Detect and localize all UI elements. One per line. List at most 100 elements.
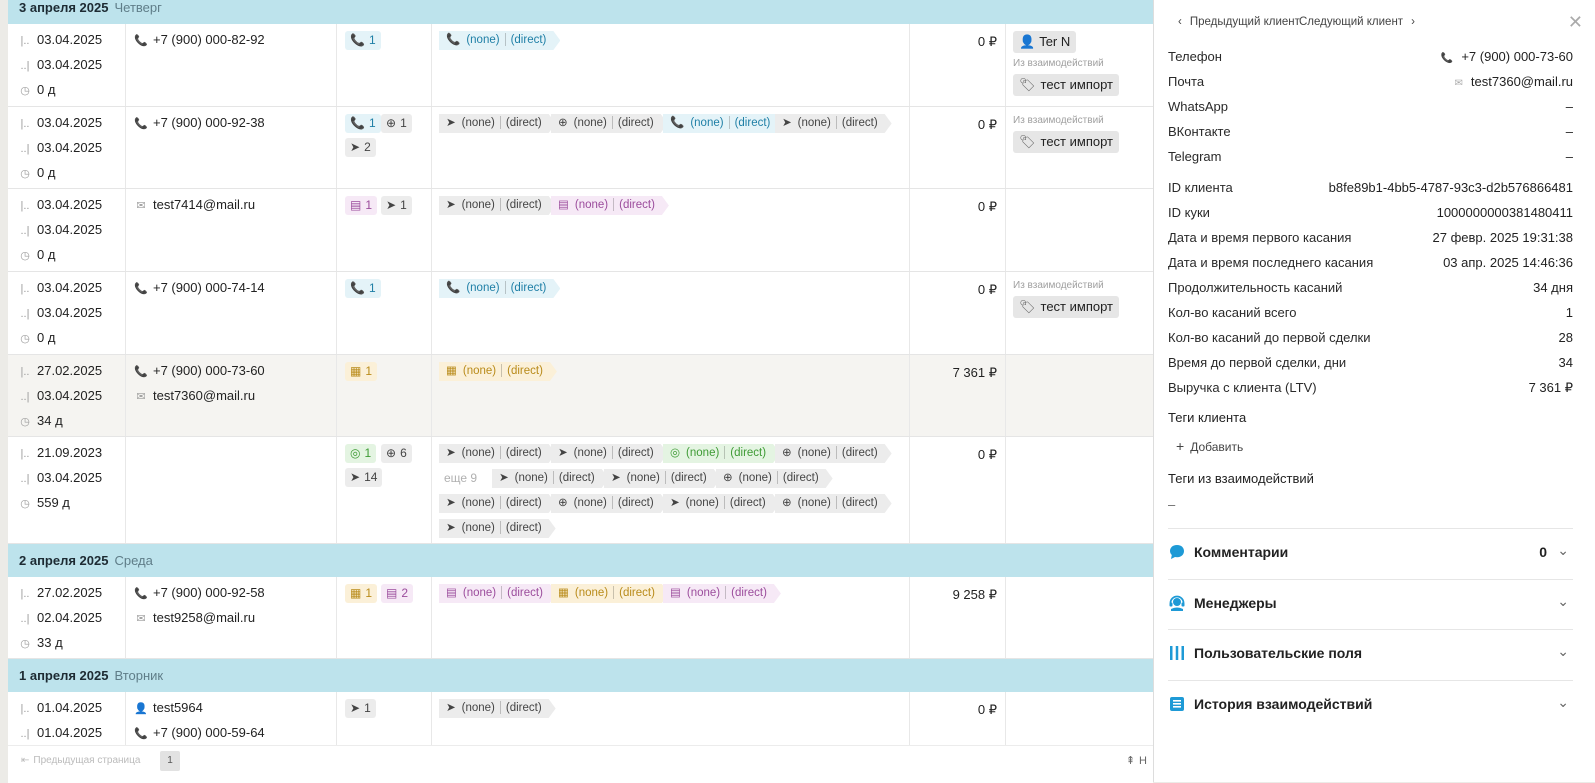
- next-client-button[interactable]: Следующий клиент ›: [1299, 16, 1415, 28]
- interaction-tag[interactable]: 🏷 тест импорт: [1013, 296, 1119, 318]
- prev-page-button[interactable]: ⇤ Предыдущая страница: [21, 755, 140, 766]
- duration: 0 д: [37, 247, 56, 262]
- touchpoint-chip[interactable]: ➤ (none) (direct): [439, 196, 556, 215]
- panel-stat-row: Дата и время последнего касания 03 апр. 2…: [1168, 255, 1573, 270]
- tag-source-note: Из взаимодействий: [1013, 280, 1104, 291]
- last-touch-date: 03.04.2025: [37, 470, 103, 485]
- contact-value[interactable]: test5964: [153, 700, 203, 715]
- touchpoint-chip[interactable]: ➤ (none) (direct): [492, 469, 609, 488]
- first-touch-icon: |..: [20, 588, 30, 600]
- table-row[interactable]: |.. 03.04.2025 ..| 03.04.2025 ◷ 0 д 📞 +7 (900) …: [8, 24, 1153, 107]
- page-number[interactable]: 1: [160, 751, 180, 771]
- channels-cell: 📞 1: [337, 272, 432, 354]
- table-row[interactable]: |.. 27.02.2025 ..| 02.04.2025 ◷ 33 д 📞 +7 (900)…: [8, 577, 1153, 659]
- last-touch-icon: ..|: [20, 613, 30, 625]
- dates-cell: |.. 21.09.2023 ..| 03.04.2025 ◷ 559 д: [8, 437, 126, 543]
- phone-icon: 📞: [134, 283, 148, 295]
- accordion-inbox[interactable]: История взаимодействий ⌄: [1168, 679, 1573, 731]
- manager-tag[interactable]: 👤 Ter N: [1013, 31, 1077, 53]
- touchpoint-chip[interactable]: ➤ (none) (direct): [439, 699, 556, 718]
- chevron-down-icon[interactable]: ⌄: [1557, 694, 1569, 711]
- contact-value[interactable]: +7 (900) 000-74-14: [153, 280, 265, 295]
- touchpoint-chip[interactable]: ⊕ (none) (direct): [775, 444, 892, 463]
- touchpoint-chip[interactable]: ⊕ (none) (direct): [551, 114, 668, 133]
- contact-value[interactable]: test7360@mail.ru: [153, 388, 255, 403]
- table-row[interactable]: |.. 01.04.2025 ..| 01.04.2025 👤 test5964 📞 +7 (…: [8, 692, 1153, 752]
- contacts-cell: 📞 +7 (900) 000-74-14: [126, 272, 337, 354]
- panel-stat-row: ID куки 1000000000381480411: [1168, 205, 1573, 220]
- contact-value[interactable]: test7414@mail.ru: [153, 197, 255, 212]
- user-icon: 👤: [134, 703, 148, 715]
- touchpoint-chip[interactable]: ⊕ (none) (direct): [716, 469, 833, 488]
- touchpoint-chip[interactable]: ➤ (none) (direct): [775, 114, 892, 133]
- touchpoint-chip[interactable]: 📞 (none) (direct): [439, 279, 560, 298]
- contact-value[interactable]: +7 (900) 000-92-58: [153, 585, 265, 600]
- last-touch-date: 03.04.2025: [37, 57, 103, 72]
- interaction-tag[interactable]: 🏷 тест импорт: [1013, 74, 1119, 96]
- add-tag-button[interactable]: + Добавить: [1176, 438, 1243, 454]
- contact-value[interactable]: +7 (900) 000-92-38: [153, 115, 265, 130]
- touchpoint-chip[interactable]: ➤ (none) (direct): [439, 444, 556, 463]
- channel-count-badge: ▦ 1: [345, 362, 378, 381]
- channels-cell: ▤ 1 ➤ 1: [337, 189, 432, 271]
- panel-stat-row: Кол-во касаний всего 1: [1168, 305, 1573, 320]
- touchpoint-chip[interactable]: ▤ (none) (direct): [551, 196, 669, 215]
- touchpoint-chip[interactable]: ▦ (none) (direct): [551, 584, 669, 603]
- panel-stat-row: Дата и время первого касания 27 февр. 202…: [1168, 230, 1573, 245]
- columns-icon: [1168, 644, 1186, 662]
- touchpoint-chip[interactable]: ➤ (none) (direct): [439, 494, 556, 513]
- table-row[interactable]: |.. 21.09.2023 ..| 03.04.2025 ◷ 559 д ◎ 1 ⊕ 6 ➤ 14 е…: [8, 437, 1153, 544]
- prev-client-button[interactable]: ‹ Предыдущий клиент: [1178, 16, 1300, 28]
- table-row[interactable]: |.. 03.04.2025 ..| 03.04.2025 ◷ 0 д 📞 +7 (900) …: [8, 272, 1153, 355]
- show-more-link[interactable]: еще 9: [444, 469, 477, 488]
- duration: 0 д: [37, 82, 56, 97]
- touchpoint-chip[interactable]: ◎ (none) (direct): [663, 444, 780, 463]
- chevron-down-icon[interactable]: ⌄: [1557, 542, 1569, 559]
- tag-icon: 🏷: [1019, 77, 1036, 92]
- revenue-value: 0 ₽: [977, 117, 997, 132]
- touchpoint-chip[interactable]: ⊕ (none) (direct): [551, 494, 668, 513]
- touchpoints-cell: 📞 (none) (direct): [432, 24, 910, 106]
- tags-cell: [1006, 437, 1153, 543]
- chevron-down-icon[interactable]: ⌄: [1557, 593, 1569, 610]
- touchpoint-chip[interactable]: 📞 (none) (direct): [439, 31, 560, 50]
- accordion-headset[interactable]: Менеджеры ⌄: [1168, 578, 1573, 630]
- plus-icon: +: [1176, 438, 1185, 454]
- channels-cell: 📞 1: [337, 24, 432, 106]
- contact-value[interactable]: +7 (900) 000-59-64: [153, 725, 265, 740]
- touchpoint-chip[interactable]: ▦ (none) (direct): [439, 362, 557, 381]
- touchpoint-chip[interactable]: ▤ (none) (direct): [663, 584, 781, 603]
- touchpoint-chip[interactable]: 📞 (none) (direct): [663, 114, 784, 133]
- table-row[interactable]: |.. 03.04.2025 ..| 03.04.2025 ◷ 0 д ✉ test7414@…: [8, 189, 1153, 272]
- accordion-comment[interactable]: Комментарии 0 ⌄: [1168, 528, 1573, 579]
- contact-value[interactable]: test9258@mail.ru: [153, 610, 255, 625]
- table-row[interactable]: |.. 27.02.2025 ..| 03.04.2025 ◷ 34 д 📞 +7 (900)…: [8, 355, 1153, 437]
- first-touch-date: 21.09.2023: [37, 445, 103, 460]
- channels-cell: ➤ 1: [337, 692, 432, 751]
- touchpoint-chip[interactable]: ➤ (none) (direct): [551, 444, 668, 463]
- last-touch-icon: ..|: [20, 391, 30, 403]
- contact-value[interactable]: +7 (900) 000-82-92: [153, 32, 265, 47]
- touchpoint-chip[interactable]: ➤ (none) (direct): [439, 519, 556, 538]
- scroll-top-button[interactable]: ⇞ Н: [1126, 754, 1147, 767]
- close-icon[interactable]: ✕: [1568, 12, 1583, 33]
- interaction-tag[interactable]: 🏷 тест импорт: [1013, 131, 1119, 153]
- touchpoint-chip[interactable]: ▤ (none) (direct): [439, 584, 557, 603]
- touchpoint-chip[interactable]: ➤ (none) (direct): [439, 114, 556, 133]
- tags-cell: 👤 Ter N Из взаимодействий 🏷 тест импорт: [1006, 24, 1153, 106]
- revenue-cell: 0 ₽: [910, 24, 1006, 106]
- touchpoint-chip[interactable]: ➤ (none) (direct): [663, 494, 780, 513]
- first-touch-icon: |..: [20, 283, 30, 295]
- duration: 559 д: [37, 495, 70, 510]
- phone-icon: 📞: [134, 35, 148, 47]
- accordion-columns[interactable]: Пользовательские поля ⌄: [1168, 629, 1573, 680]
- touchpoint-chip[interactable]: ⊕ (none) (direct): [775, 494, 892, 513]
- clock-icon: ◷: [20, 85, 30, 97]
- touchpoint-chip[interactable]: ➤ (none) (direct): [604, 469, 721, 488]
- clock-icon: ◷: [20, 416, 30, 428]
- chevron-down-icon[interactable]: ⌄: [1557, 643, 1569, 660]
- table-row[interactable]: |.. 03.04.2025 ..| 03.04.2025 ◷ 0 д 📞 +7 (900) …: [8, 107, 1153, 189]
- channel-count-badge: ➤ 2: [345, 138, 376, 157]
- contact-value[interactable]: +7 (900) 000-73-60: [153, 363, 265, 378]
- phone-icon: 📞: [134, 588, 148, 600]
